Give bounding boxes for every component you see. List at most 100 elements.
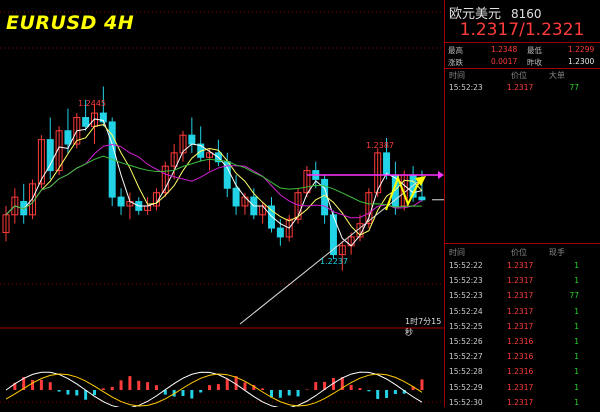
- tick-row[interactable]: 15:52:22 1.2317 1: [445, 261, 600, 275]
- instrument-code: 8160: [511, 7, 542, 21]
- macd-bar: [305, 389, 309, 390]
- tick-row[interactable]: 15:52:29 1.2317 1: [445, 383, 600, 397]
- macd-bar: [48, 382, 52, 390]
- big-order-price: 1.2317: [507, 83, 534, 92]
- candle-body: [383, 152, 391, 176]
- stat-high-label: 最高: [448, 46, 463, 55]
- macd-bar: [39, 379, 43, 390]
- tick-time: 15:52:29: [449, 382, 483, 392]
- tick-vol: 1: [574, 367, 579, 377]
- macd-bar: [181, 390, 185, 396]
- quote-panel: 欧元美元 8160 1.2317/1.2321 最高 1.2348 最低 1.22…: [444, 0, 600, 407]
- divider: [445, 42, 600, 43]
- ma-line-medium: [5, 143, 423, 219]
- macd-bar: [146, 382, 150, 390]
- candle-body: [188, 134, 196, 145]
- tick-price: 1.2317: [507, 397, 534, 407]
- macd-bar: [261, 388, 265, 390]
- tick-time: 15:52:28: [449, 367, 483, 377]
- tick-vol: 1: [574, 337, 579, 346]
- stat-high-value: 1.2348: [491, 45, 518, 54]
- tick-time: 15:52:25: [449, 321, 483, 331]
- tick-price: 1.2316: [507, 337, 534, 346]
- tick-vol: 1: [574, 276, 579, 286]
- macd-bar: [287, 390, 291, 396]
- macd-bar: [199, 390, 203, 393]
- tick-time: 15:52:27: [449, 352, 483, 362]
- tick-time: 15:52:22: [449, 261, 483, 270]
- tick-price: 1.2317: [507, 291, 534, 301]
- high-price-label: 1.2445: [78, 99, 106, 108]
- macd-bar: [119, 380, 123, 390]
- tick-header-time: 时间: [449, 248, 465, 257]
- stat-low-value: 1.2299: [568, 45, 595, 54]
- big-order-header-price: 价位: [511, 71, 527, 80]
- macd-bar: [278, 390, 282, 398]
- macd-bar: [128, 376, 132, 390]
- macd-bar: [190, 390, 194, 399]
- tick-vol: 1: [574, 306, 579, 316]
- macd-bar: [349, 384, 353, 390]
- low-price-label: 1.2237: [320, 257, 348, 266]
- macd-bar: [314, 382, 318, 390]
- countdown-timer: 1时7分15秒: [405, 317, 442, 337]
- macd-bar: [420, 379, 424, 390]
- big-order-vol: 77: [569, 83, 579, 92]
- tick-row[interactable]: 15:52:23 1.2317 77: [445, 291, 600, 305]
- tick-vol: 1: [574, 261, 579, 270]
- divider: [445, 68, 600, 69]
- macd-bar: [57, 390, 61, 392]
- trend-line: [239, 179, 421, 325]
- tick-price: 1.2317: [507, 306, 534, 316]
- tick-row[interactable]: 15:52:26 1.2316 1: [445, 337, 600, 351]
- candle-body: [46, 139, 54, 172]
- tick-header-vol: 现手: [549, 248, 565, 257]
- candle-body: [117, 196, 125, 207]
- tick-price: 1.2317: [507, 276, 534, 286]
- macd-bar: [243, 382, 247, 390]
- macd-bar: [66, 390, 70, 395]
- macd-bar: [208, 385, 212, 390]
- tick-time: 15:52:24: [449, 306, 483, 316]
- tick-row[interactable]: 15:52:28 1.2316 1: [445, 367, 600, 381]
- tick-time: 15:52:23: [449, 291, 483, 301]
- candle-body: [82, 117, 90, 127]
- tick-price: 1.2316: [507, 367, 534, 377]
- big-order-header-vol: 大单: [549, 71, 565, 80]
- tick-row[interactable]: 15:52:30 1.2317 1: [445, 398, 600, 412]
- candle-body: [232, 187, 240, 207]
- stat-prev-label: 昨收: [527, 58, 542, 67]
- swing-high-label: 1.2387: [366, 141, 394, 150]
- candlestick-chart[interactable]: 1.2445 1.2387 1.2237: [0, 0, 444, 407]
- macd-bar: [154, 385, 158, 390]
- tick-price: 1.2317: [507, 321, 534, 331]
- bid-ask-price: 1.2317/1.2321: [459, 20, 585, 40]
- big-order-row[interactable]: 15:52:23 1.2317 77: [445, 83, 600, 97]
- macd-bar: [137, 380, 141, 390]
- macd-bar: [393, 390, 397, 395]
- tick-vol: 1: [574, 382, 579, 392]
- tick-header-price: 价位: [511, 248, 527, 257]
- tick-vol: 1: [574, 352, 579, 362]
- stat-low-label: 最低: [527, 46, 542, 55]
- tick-vol: 77: [569, 291, 579, 301]
- macd-bar: [296, 390, 300, 397]
- stat-prev-value: 1.2300: [568, 57, 595, 66]
- tick-row[interactable]: 15:52:25 1.2317 1: [445, 322, 600, 336]
- macd-bar: [225, 378, 229, 390]
- macd-bar: [216, 384, 220, 390]
- divider: [445, 243, 600, 244]
- macd-bar: [358, 388, 362, 390]
- macd-bar: [110, 386, 114, 390]
- macd-bar: [101, 388, 105, 390]
- big-order-time: 15:52:23: [449, 83, 483, 92]
- macd-bar: [93, 390, 96, 396]
- tick-row[interactable]: 15:52:27 1.2316 1: [445, 352, 600, 366]
- tick-row[interactable]: 15:52:23 1.2317 1: [445, 276, 600, 290]
- tick-price: 1.2317: [507, 261, 534, 270]
- tick-row[interactable]: 15:52:24 1.2317 1: [445, 307, 600, 321]
- candle-body: [64, 130, 72, 145]
- big-order-header-time: 时间: [449, 71, 465, 80]
- chart-area[interactable]: 1.2445 1.2387 1.2237 EURUSD 4H 1时7分15秒: [0, 0, 444, 407]
- tick-price: 1.2316: [507, 352, 534, 362]
